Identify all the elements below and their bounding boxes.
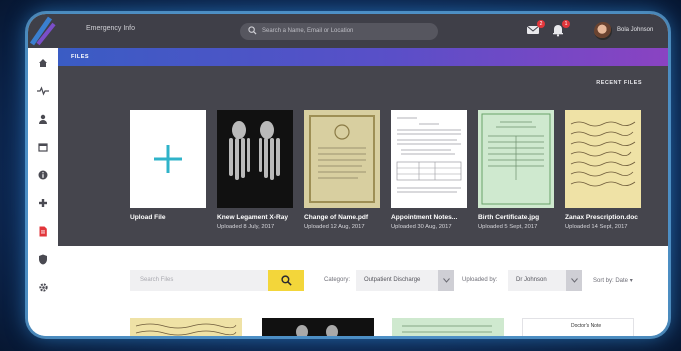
grid-file-thumbnail[interactable] [262, 318, 374, 336]
filter-bar: Search Files Category: Outpatient Discha… [58, 246, 668, 310]
upload-plus-icon [154, 145, 182, 173]
sidebar-item-settings[interactable] [36, 280, 50, 294]
sidebar-item-home[interactable] [36, 56, 50, 70]
gear-icon [38, 282, 48, 292]
notifications-badge: 1 [562, 20, 570, 28]
sort-dropdown[interactable]: Sort by: Date ▾ [593, 277, 633, 284]
top-bar: Emergency Info Search a Name, Email or L… [28, 14, 668, 48]
files-grid: Doctor's Note [58, 310, 668, 336]
grid-file-thumbnail[interactable] [130, 318, 242, 336]
doctor-note-title: Doctor's Note [571, 323, 602, 329]
files-header: FILES [58, 48, 668, 66]
chevron-down-icon [570, 278, 578, 283]
uploaded-by-value: Dr Johnson [516, 277, 547, 283]
document-thumbnail[interactable] [565, 110, 641, 208]
caret-down-icon: ▾ [629, 278, 633, 284]
user-name: Bola Johnson [617, 27, 654, 33]
sidebar-item-insurance[interactable] [36, 252, 50, 266]
document-thumbnail[interactable] [304, 110, 380, 208]
search-icon [248, 26, 257, 35]
file-name: Appointment Notes... [391, 214, 458, 221]
search-files-button[interactable] [268, 270, 304, 291]
xray-thumbnail[interactable] [217, 110, 293, 208]
search-files-placeholder: Search Files [140, 277, 174, 283]
uploaded-by-label: Uploaded by: [462, 277, 498, 283]
calendar-icon [38, 143, 48, 152]
file-upload-date: Uploaded 14 Sept, 2017 [565, 224, 628, 230]
mail-badge: 2 [537, 20, 545, 28]
person-icon [39, 114, 47, 124]
mail-button[interactable]: 2 [526, 20, 545, 37]
pulse-icon [37, 86, 49, 96]
file-upload-date: Uploaded 5 Sept, 2017 [478, 224, 538, 230]
sort-label: Sort by: Date [593, 278, 629, 284]
app-logo-icon[interactable] [28, 14, 58, 48]
uploaded-by-dropdown-toggle[interactable] [566, 270, 582, 291]
chevron-down-icon [442, 278, 450, 283]
files-section-label: FILES [71, 54, 90, 60]
file-name: Zanax Prescription.doc [565, 214, 638, 221]
file-name: Upload File [130, 214, 166, 221]
home-icon [39, 59, 47, 67]
sidebar-item-medical[interactable] [36, 196, 50, 210]
grid-file-thumbnail[interactable]: Doctor's Note [522, 318, 634, 336]
file-name: Knew Legament X-Ray [217, 214, 289, 221]
file-upload-date: Uploaded 12 Aug, 2017 [304, 224, 365, 230]
notifications-button[interactable]: 1 [551, 20, 570, 37]
sidebar-item-profile[interactable] [36, 112, 50, 126]
recent-files-label: RECENT FILES [596, 80, 642, 86]
sidebar-item-vitals[interactable] [36, 84, 50, 98]
upload-thumb[interactable] [130, 110, 206, 208]
avatar [594, 22, 612, 40]
file-name: Birth Certificate.jpg [478, 214, 540, 221]
sidebar [28, 48, 58, 336]
category-dropdown-toggle[interactable] [438, 270, 454, 291]
document-thumbnail[interactable] [478, 110, 554, 208]
recent-files-panel: RECENT FILES Upload File Knew Legament X… [58, 66, 668, 246]
search-icon [280, 275, 292, 286]
search-files-input[interactable]: Search Files [130, 270, 268, 291]
app-title: Emergency Info [86, 25, 136, 32]
document-thumbnail[interactable] [391, 110, 467, 208]
sidebar-item-info[interactable] [36, 168, 50, 182]
uploaded-by-select[interactable]: Dr Johnson [508, 270, 566, 291]
global-search-placeholder: Search a Name, Email or Location [262, 28, 354, 34]
app-window: Emergency Info Search a Name, Email or L… [28, 14, 668, 336]
info-icon [38, 170, 48, 180]
category-select[interactable]: Outpatient Discharge [356, 270, 438, 291]
file-name: Change of Name.pdf [304, 214, 369, 221]
category-label: Category: [324, 277, 351, 283]
sidebar-item-calendar[interactable] [36, 140, 50, 154]
plus-icon [39, 199, 47, 207]
sidebar-item-files[interactable] [36, 224, 50, 238]
grid-file-thumbnail[interactable] [392, 318, 504, 336]
category-value: Outpatient Discharge [364, 277, 421, 283]
file-upload-date: Uploaded 8 July, 2017 [217, 224, 275, 230]
document-icon [39, 226, 47, 236]
file-upload-date: Uploaded 30 Aug, 2017 [391, 224, 452, 230]
global-search-input[interactable]: Search a Name, Email or Location [240, 23, 438, 40]
shield-icon [38, 254, 48, 264]
